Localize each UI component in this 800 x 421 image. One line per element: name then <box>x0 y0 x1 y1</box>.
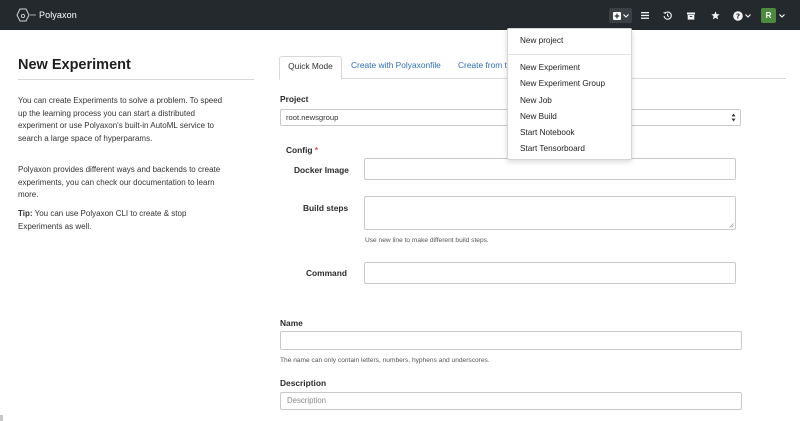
polyaxon-logo-icon <box>16 8 36 22</box>
name-help: The name can only contain letters, numbe… <box>280 357 490 364</box>
docker-image-input[interactable] <box>364 158 736 180</box>
command-label: Command <box>306 268 347 278</box>
help-circle-icon: ? <box>732 10 743 21</box>
user-avatar[interactable]: R <box>761 8 776 23</box>
user-menu-caret[interactable] <box>778 8 786 23</box>
menu-item-new-project[interactable]: New project <box>520 36 563 45</box>
project-label: Project <box>280 94 309 104</box>
plus-square-icon <box>612 11 621 20</box>
menu-item-new-build[interactable]: New Build <box>520 112 557 121</box>
tab-quick-mode[interactable]: Quick Mode <box>279 56 342 80</box>
page-title: New Experiment <box>18 57 131 73</box>
star-icon <box>710 11 720 20</box>
history-icon <box>662 11 672 20</box>
tip-text: You can use Polyaxon CLI to create & sto… <box>18 209 187 231</box>
name-label: Name <box>280 318 303 328</box>
chevron-down-icon <box>622 13 629 18</box>
tab-create-from-template[interactable]: Create from t <box>458 56 507 79</box>
name-input[interactable] <box>280 331 742 350</box>
tip-paragraph: Tip: You can use Polyaxon CLI to create … <box>18 208 228 233</box>
config-label: Config * <box>286 145 319 155</box>
chevron-down-icon <box>779 13 785 18</box>
tip-label: Tip: <box>18 209 33 218</box>
help-menu-button[interactable]: ? <box>731 8 752 23</box>
project-select-value: root.newsgroup <box>286 113 339 122</box>
required-mark: * <box>314 145 319 155</box>
intro-paragraph: You can create Experiments to solve a pr… <box>18 96 223 143</box>
info-panel: New Experiment You can create Experiment… <box>18 57 254 231</box>
resize-grip-icon[interactable] <box>729 223 734 228</box>
build-steps-label: Build steps <box>303 203 349 213</box>
list-icon <box>641 12 649 19</box>
command-input[interactable] <box>364 262 736 284</box>
backends-paragraph: Polyaxon provides different ways and bac… <box>18 165 221 200</box>
brand-link[interactable]: Polyaxon <box>14 7 77 23</box>
select-arrows-icon <box>731 113 736 122</box>
create-dropdown-menu: New project New Experiment New Experimen… <box>507 28 632 160</box>
svg-text:?: ? <box>735 11 739 20</box>
archive-nav-button[interactable] <box>686 8 696 23</box>
build-steps-help: Use new line to make different build ste… <box>365 237 489 244</box>
menu-item-start-tensorboard[interactable]: Start Tensorboard <box>520 144 585 153</box>
menu-item-new-experiment[interactable]: New Experiment <box>520 63 580 72</box>
description-input[interactable]: Description <box>280 392 742 410</box>
docker-image-label: Docker Image <box>294 165 349 175</box>
brand-name: Polyaxon <box>39 10 77 20</box>
tab-polyaxonfile[interactable]: Create with Polyaxonfile <box>351 56 441 79</box>
bookmarks-nav-button[interactable] <box>710 8 720 23</box>
list-nav-button[interactable] <box>640 8 650 23</box>
history-nav-button[interactable] <box>662 8 672 23</box>
create-menu-button[interactable] <box>609 8 632 23</box>
menu-divider <box>508 54 631 55</box>
scroll-indicator <box>0 415 3 421</box>
top-navbar: Polyaxon ? R <box>0 0 800 30</box>
description-label: Description <box>280 378 327 388</box>
menu-item-new-experiment-group[interactable]: New Experiment Group <box>520 79 605 88</box>
menu-item-new-job[interactable]: New Job <box>520 96 552 105</box>
archive-icon <box>687 12 695 20</box>
build-steps-textarea[interactable] <box>364 196 736 230</box>
title-divider <box>18 79 254 80</box>
chevron-down-icon <box>744 13 751 18</box>
description-placeholder: Description <box>287 396 326 405</box>
menu-item-start-notebook[interactable]: Start Notebook <box>520 128 575 137</box>
